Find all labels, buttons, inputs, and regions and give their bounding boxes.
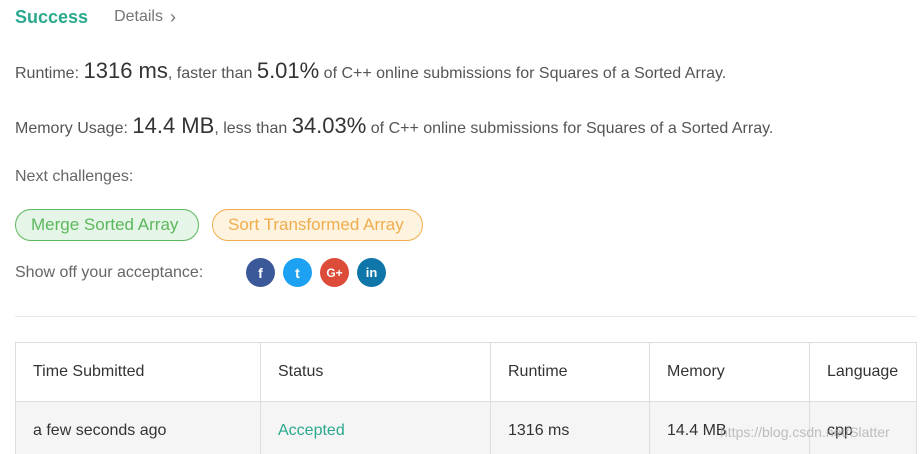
memory-value: 14.4 MB bbox=[132, 113, 215, 138]
header-status: Status bbox=[260, 342, 491, 402]
chevron-right-icon: › bbox=[169, 6, 176, 27]
memory-mid-text: , less than bbox=[214, 120, 288, 137]
watermark: https://blog.csdn.net/Slatter bbox=[720, 424, 890, 440]
share-label: Show off your acceptance: bbox=[15, 264, 204, 281]
runtime-label: Runtime: bbox=[15, 65, 80, 82]
memory-label: Memory Usage: bbox=[15, 120, 128, 137]
header-language: Language bbox=[809, 342, 917, 402]
memory-tail-text: of C++ online submissions for Squares of… bbox=[370, 120, 774, 137]
next-challenges-label: Next challenges: bbox=[15, 168, 134, 185]
memory-stat: Memory Usage: 14.4 MB, less than 34.03% … bbox=[15, 113, 773, 139]
header-runtime: Runtime bbox=[490, 342, 650, 402]
header-memory: Memory bbox=[649, 342, 810, 402]
status-success: Success bbox=[15, 6, 89, 27]
details-link[interactable]: Details › bbox=[114, 7, 176, 28]
facebook-icon[interactable]: f bbox=[246, 258, 275, 287]
memory-percent: 34.03% bbox=[291, 113, 367, 138]
cell-status-accepted[interactable]: Accepted bbox=[260, 401, 491, 454]
submission-result-page: Success Details › Runtime: 1316 ms, fast… bbox=[0, 0, 920, 454]
share-icons: f t G+ in bbox=[246, 258, 386, 287]
runtime-tail-text: of C++ online submissions for Squares of… bbox=[323, 65, 727, 82]
runtime-stat: Runtime: 1316 ms, faster than 5.01% of C… bbox=[15, 58, 726, 84]
google-plus-icon[interactable]: G+ bbox=[320, 258, 349, 287]
challenge-sort-transformed-array[interactable]: Sort Transformed Array bbox=[212, 209, 423, 241]
result-header: Success Details › bbox=[15, 4, 176, 30]
twitter-icon[interactable]: t bbox=[283, 258, 312, 287]
cell-time-submitted: a few seconds ago bbox=[15, 401, 261, 454]
table-header-row: Time Submitted Status Runtime Memory Lan… bbox=[15, 342, 917, 402]
divider bbox=[15, 316, 917, 317]
runtime-mid-text: , faster than bbox=[167, 65, 253, 82]
runtime-percent: 5.01% bbox=[256, 58, 320, 83]
cell-runtime: 1316 ms bbox=[490, 401, 650, 454]
details-label: Details bbox=[114, 8, 163, 25]
runtime-value: 1316 ms bbox=[83, 58, 168, 83]
challenge-merge-sorted-array[interactable]: Merge Sorted Array bbox=[15, 209, 199, 241]
linkedin-icon[interactable]: in bbox=[357, 258, 386, 287]
header-time-submitted: Time Submitted bbox=[15, 342, 261, 402]
